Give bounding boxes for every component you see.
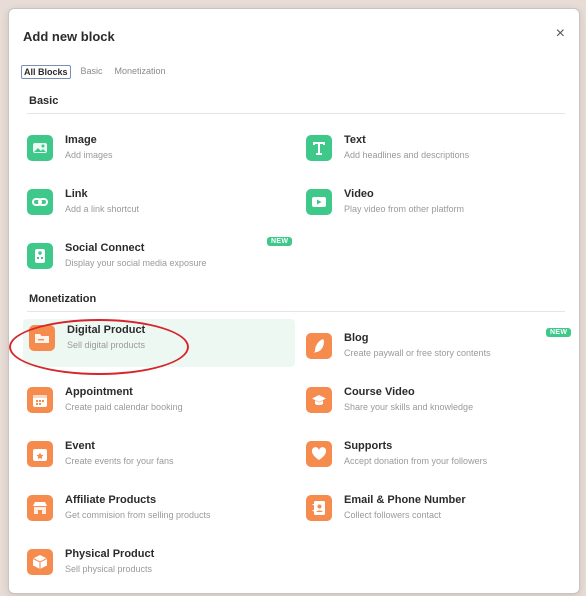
block-course-video[interactable]: Course Video Share your skills and knowle… xyxy=(300,381,570,429)
block-name: Text xyxy=(344,134,366,146)
block-text[interactable]: Text Add headlines and descriptions xyxy=(300,129,570,177)
tab-basic[interactable]: Basic xyxy=(79,65,105,79)
section-title-basic: Basic xyxy=(29,95,59,107)
calendar-icon xyxy=(27,387,53,413)
heart-icon xyxy=(306,441,332,467)
block-digital-product[interactable]: Digital Product Sell digital products xyxy=(23,319,295,367)
block-desc: Sell digital products xyxy=(67,340,146,350)
section-divider xyxy=(27,113,565,114)
block-desc: Play video from other platform xyxy=(344,204,465,214)
block-desc: Add a link shortcut xyxy=(65,204,140,214)
block-name: Event xyxy=(65,440,95,452)
block-video[interactable]: Video Play video from other platform xyxy=(300,183,570,231)
block-social-connect[interactable]: Social Connect Display your social media … xyxy=(21,237,291,285)
section-divider xyxy=(27,311,565,312)
block-event[interactable]: Event Create events for your fans xyxy=(21,435,291,483)
block-image[interactable]: Image Add images xyxy=(21,129,291,177)
block-desc: Add headlines and descriptions xyxy=(344,150,470,160)
box-icon xyxy=(27,549,53,575)
block-physical-product[interactable]: Physical Product Sell physical products xyxy=(21,543,291,591)
block-desc: Accept donation from your followers xyxy=(344,456,488,466)
block-name: Image xyxy=(65,134,97,146)
image-icon xyxy=(27,135,53,161)
block-desc: Share your skills and knowledge xyxy=(344,402,474,412)
block-name: Email & Phone Number xyxy=(344,494,466,506)
block-desc: Get commision from selling products xyxy=(65,510,211,520)
block-appointment[interactable]: Appointment Create paid calendar booking xyxy=(21,381,291,429)
block-name: Affiliate Products xyxy=(65,494,157,506)
modal-title: Add new block xyxy=(23,29,115,44)
link-icon xyxy=(27,189,53,215)
block-name: Blog xyxy=(344,332,369,344)
block-desc: Add images xyxy=(65,150,113,160)
block-name: Physical Product xyxy=(65,548,155,560)
block-link[interactable]: Link Add a link shortcut xyxy=(21,183,291,231)
block-name: Social Connect xyxy=(65,242,145,254)
block-affiliate-products[interactable]: Affiliate Products Get commision from sel… xyxy=(21,489,291,537)
block-desc: Create events for your fans xyxy=(65,456,174,466)
graduation-cap-icon xyxy=(306,387,332,413)
block-name: Video xyxy=(344,188,374,200)
block-name: Appointment xyxy=(65,386,133,398)
block-desc: Collect followers contact xyxy=(344,510,442,520)
add-block-modal: Add new block × All Blocks Basic Monetiz… xyxy=(8,8,580,594)
block-supports[interactable]: Supports Accept donation from your follow… xyxy=(300,435,570,483)
block-desc: Create paywall or free story contents xyxy=(344,348,491,358)
new-badge: NEW xyxy=(546,328,572,337)
block-name: Link xyxy=(65,188,88,200)
tab-all-blocks[interactable]: All Blocks xyxy=(21,65,71,79)
section-title-monetization: Monetization xyxy=(29,293,97,305)
new-badge: NEW xyxy=(267,237,293,246)
block-email-phone[interactable]: Email & Phone Number Collect followers co… xyxy=(300,489,570,537)
block-name: Supports xyxy=(344,440,393,452)
block-name: Course Video xyxy=(344,386,415,398)
block-blog[interactable]: Blog Create paywall or free story content… xyxy=(300,327,570,375)
social-icon xyxy=(27,243,53,269)
block-desc: Create paid calendar booking xyxy=(65,402,183,412)
contact-book-icon xyxy=(306,495,332,521)
close-icon[interactable]: × xyxy=(556,26,565,42)
block-desc: Display your social media exposure xyxy=(65,258,207,268)
tab-monetization[interactable]: Monetization xyxy=(113,65,168,79)
event-calendar-icon xyxy=(27,441,53,467)
store-icon xyxy=(27,495,53,521)
text-icon xyxy=(306,135,332,161)
quill-icon xyxy=(306,333,332,359)
tab-bar: All Blocks Basic Monetization xyxy=(21,65,168,79)
folder-icon xyxy=(29,325,55,351)
video-icon xyxy=(306,189,332,215)
block-desc: Sell physical products xyxy=(65,564,153,574)
block-name: Digital Product xyxy=(67,324,146,336)
